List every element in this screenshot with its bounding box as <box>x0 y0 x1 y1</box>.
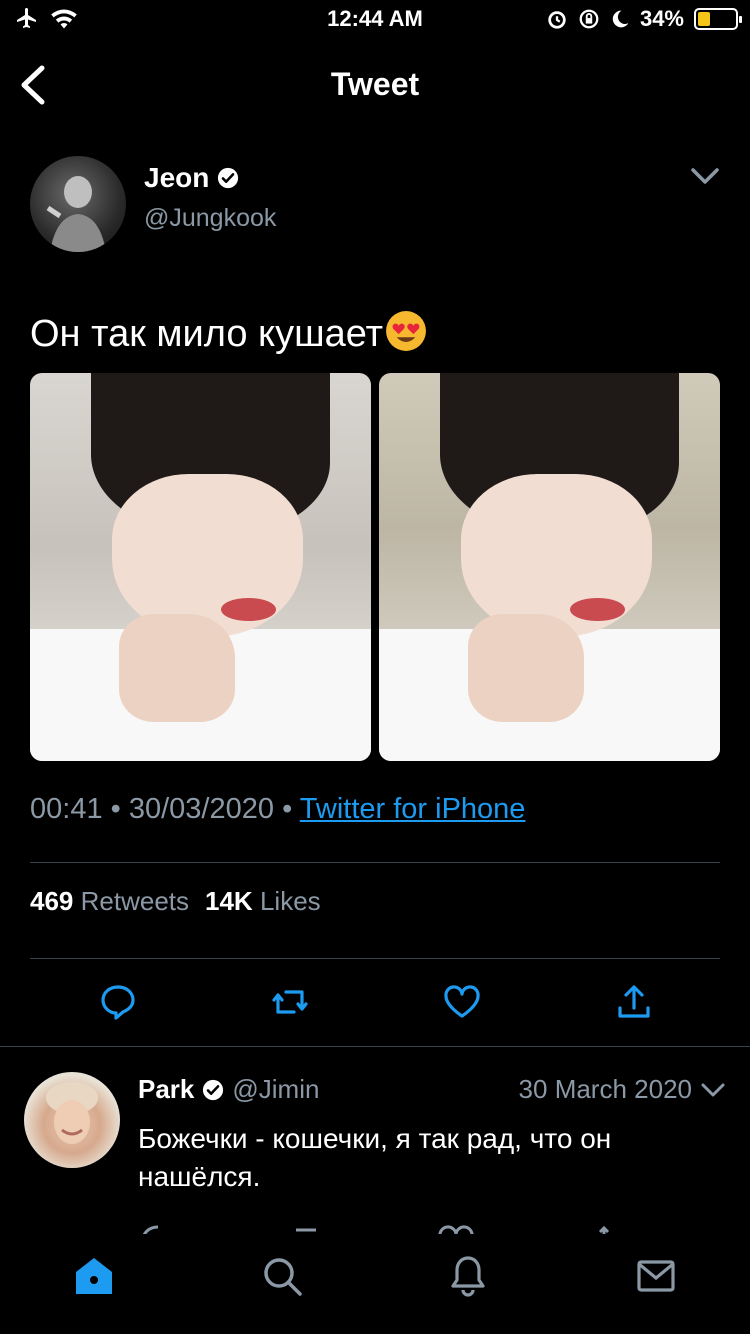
reply-header: Park @Jimin 30 March 2020 <box>138 1074 726 1105</box>
tweet-photo-1[interactable] <box>30 373 371 761</box>
chevron-down-icon[interactable] <box>690 164 720 188</box>
heart-eyes-emoji-icon <box>386 311 426 351</box>
like-icon[interactable] <box>442 982 482 1022</box>
reply-date: 30 March 2020 <box>518 1074 692 1104</box>
reply-text: Божечки - кошечки, я так рад, что он наш… <box>138 1123 612 1192</box>
tweet-author: Jeon @Jungkook <box>30 156 720 256</box>
tweet-text-content: Он так мило кушает <box>30 313 383 355</box>
battery-icon <box>694 8 742 30</box>
likes-count: 14K <box>205 886 253 916</box>
tweet-photo-2[interactable] <box>379 373 720 761</box>
retweets-count: 469 <box>30 886 74 916</box>
likes-label: Likes <box>259 886 321 916</box>
separator-dot: • <box>110 793 129 825</box>
verified-badge-icon <box>203 1079 224 1100</box>
alarm-icon <box>548 11 566 29</box>
status-bar: 12:44 AM 34% <box>0 0 750 40</box>
tweet-media <box>30 373 720 761</box>
orientation-lock-icon <box>579 9 599 29</box>
divider <box>30 862 720 863</box>
tweet-actions <box>0 982 750 1024</box>
tweet-meta: 00:41 • 30/03/2020 • Twitter for iPhone <box>30 793 525 826</box>
avatar[interactable] <box>30 156 126 252</box>
tweet-stats: 469 Retweets 14K Likes <box>30 886 321 917</box>
search-icon[interactable] <box>260 1254 304 1298</box>
likes-stat[interactable]: 14K Likes <box>205 886 321 917</box>
retweets-stat[interactable]: 469 Retweets <box>30 886 189 917</box>
messages-icon[interactable] <box>634 1254 678 1298</box>
retweets-label: Retweets <box>80 886 190 916</box>
status-right: 34% <box>546 6 742 32</box>
home-icon[interactable] <box>72 1254 116 1298</box>
reply-author-handle[interactable]: @Jimin <box>232 1074 319 1105</box>
divider <box>0 1046 750 1047</box>
retweet-icon[interactable] <box>270 982 310 1022</box>
battery-percent: 34% <box>639 6 684 31</box>
chevron-down-icon[interactable] <box>700 1080 726 1100</box>
reply-icon[interactable] <box>98 982 138 1022</box>
reply-tweet[interactable]: Park @Jimin 30 March 2020 Божечки - коше… <box>0 1072 750 1232</box>
separator-dot: • <box>282 793 300 825</box>
notifications-icon[interactable] <box>446 1254 490 1298</box>
share-icon[interactable] <box>614 982 654 1022</box>
tweet-time: 00:41 <box>30 793 103 825</box>
page-title: Tweet <box>330 66 420 102</box>
moon-icon <box>612 10 629 28</box>
tweet-source-link[interactable]: Twitter for iPhone <box>300 793 526 825</box>
verified-badge-icon <box>218 167 239 189</box>
author-name[interactable]: Jeon <box>144 162 209 194</box>
tab-bar <box>0 1234 750 1334</box>
tweet-date: 30/03/2020 <box>128 793 275 825</box>
author-name-row: Jeon <box>144 162 239 194</box>
tweet-text: Он так мило кушает <box>30 310 427 356</box>
author-handle[interactable]: @Jungkook <box>144 204 276 233</box>
divider <box>30 958 720 959</box>
nav-bar: Tweet <box>0 48 750 122</box>
reply-author-name[interactable]: Park <box>138 1074 194 1105</box>
avatar[interactable] <box>24 1072 120 1168</box>
